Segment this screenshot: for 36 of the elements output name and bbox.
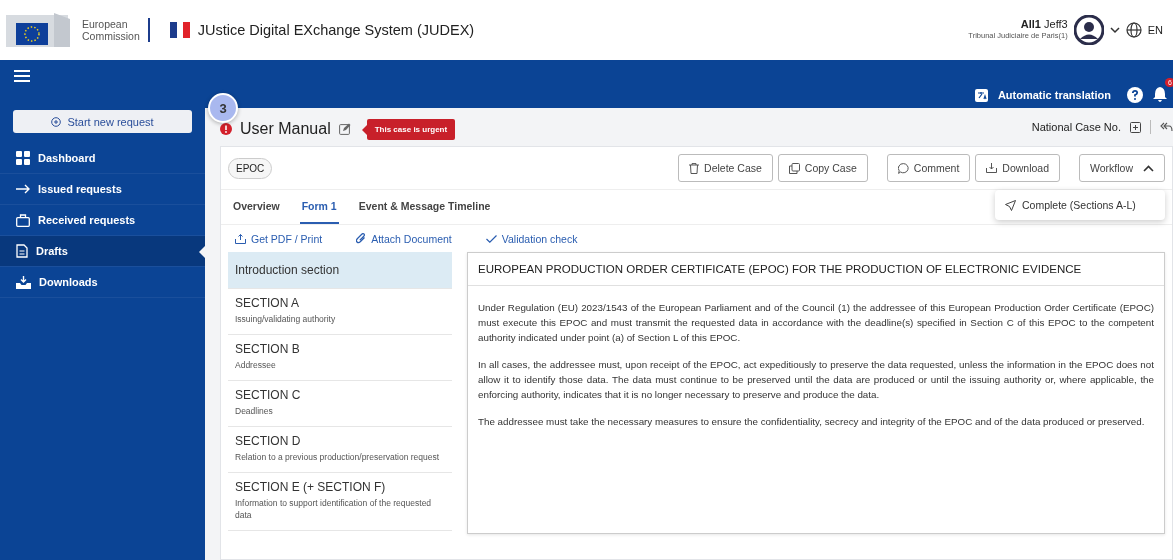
action-button[interactable]: Download: [975, 154, 1060, 182]
section-item[interactable]: SECTION C Deadlines: [228, 381, 452, 427]
case-type-tag: EPOC: [228, 157, 273, 179]
paragraph: The addressee must take the necessary measures to ensure the confidentiality, secrecy and integrity of the EPOC and of the data produced or preserved.: [478, 415, 1146, 429]
section-item[interactable]: SECTION B Addressee: [228, 335, 452, 381]
tab[interactable]: Event & Message Timeline: [356, 190, 493, 224]
app-title: JUstice Digital EXchange System (JUDEX): [197, 22, 475, 38]
step-badge: 3: [208, 93, 238, 123]
paragraph: Under Regulation (EU) 2023/1543 of the European Parliament and of the Council (1) the addressee of this European Production Order Certificate (EPOC) must execute this EPOC and must transmit the requested data in accordance with the deadline(s) specified in Section C of this EPOC to the competent authority indicated under point (a) of Section L of this EPOC.: [478, 301, 1154, 345]
language-selector[interactable]: EN: [1147, 24, 1163, 36]
sidebar-item[interactable]: Downloads: [0, 267, 205, 298]
section-item[interactable]: SECTION A Issuing/validating authority: [228, 289, 452, 335]
organization-name: Commission: [82, 30, 140, 42]
section-item[interactable]: Introduction section: [228, 252, 452, 289]
sidebar-item[interactable]: Dashboard: [0, 143, 205, 174]
automatic-translation-toggle[interactable]: Automatic translation: [997, 89, 1111, 101]
organization-name: European: [82, 18, 129, 30]
section-item[interactable]: SECTION D Relation to a previous production/preservation request: [228, 427, 452, 473]
tab[interactable]: Overview: [231, 190, 282, 224]
action-button[interactable]: Copy Case: [777, 154, 868, 182]
action-link[interactable]: Attach Document: [356, 232, 452, 245]
menu-item[interactable]: Complete (Sections A-L): [1005, 199, 1165, 211]
panel-heading: EUROPEAN PRODUCTION ORDER CERTIFICATE (EPOC) FOR THE PRODUCTION OF ELECTRONIC EVIDENCE: [468, 253, 1164, 286]
paragraph: In all cases, the addressee must, upon receipt of the EPOC, act expeditiously to preserve the data requested, unless the information in the EPOC does not allow it to identify those data. The data must continue to be preserved until the data are produced or until the issuing authority or, where applicable, the enforcing authority, indicates that it is no longer necessary to preserve and produce the data.: [478, 358, 1154, 402]
tab[interactable]: Form 1: [299, 190, 339, 224]
case-title: User Manual: [240, 120, 331, 138]
action-button[interactable]: Comment: [886, 154, 971, 182]
sidebar-item[interactable]: Drafts: [0, 236, 205, 267]
workflow-button[interactable]: Workflow: [1079, 154, 1165, 182]
section-item[interactable]: SECTION E (+ SECTION F) Information to support identification of the requested data: [228, 473, 452, 531]
user-name: All1 Jeff3: [1020, 18, 1068, 30]
action-button[interactable]: Delete Case: [678, 154, 773, 182]
action-link[interactable]: Validation check: [485, 232, 578, 245]
action-link[interactable]: Get PDF / Print: [235, 232, 323, 245]
start-new-request-button[interactable]: Start new request: [13, 110, 192, 133]
national-case-label: National Case No.: [1031, 121, 1121, 133]
